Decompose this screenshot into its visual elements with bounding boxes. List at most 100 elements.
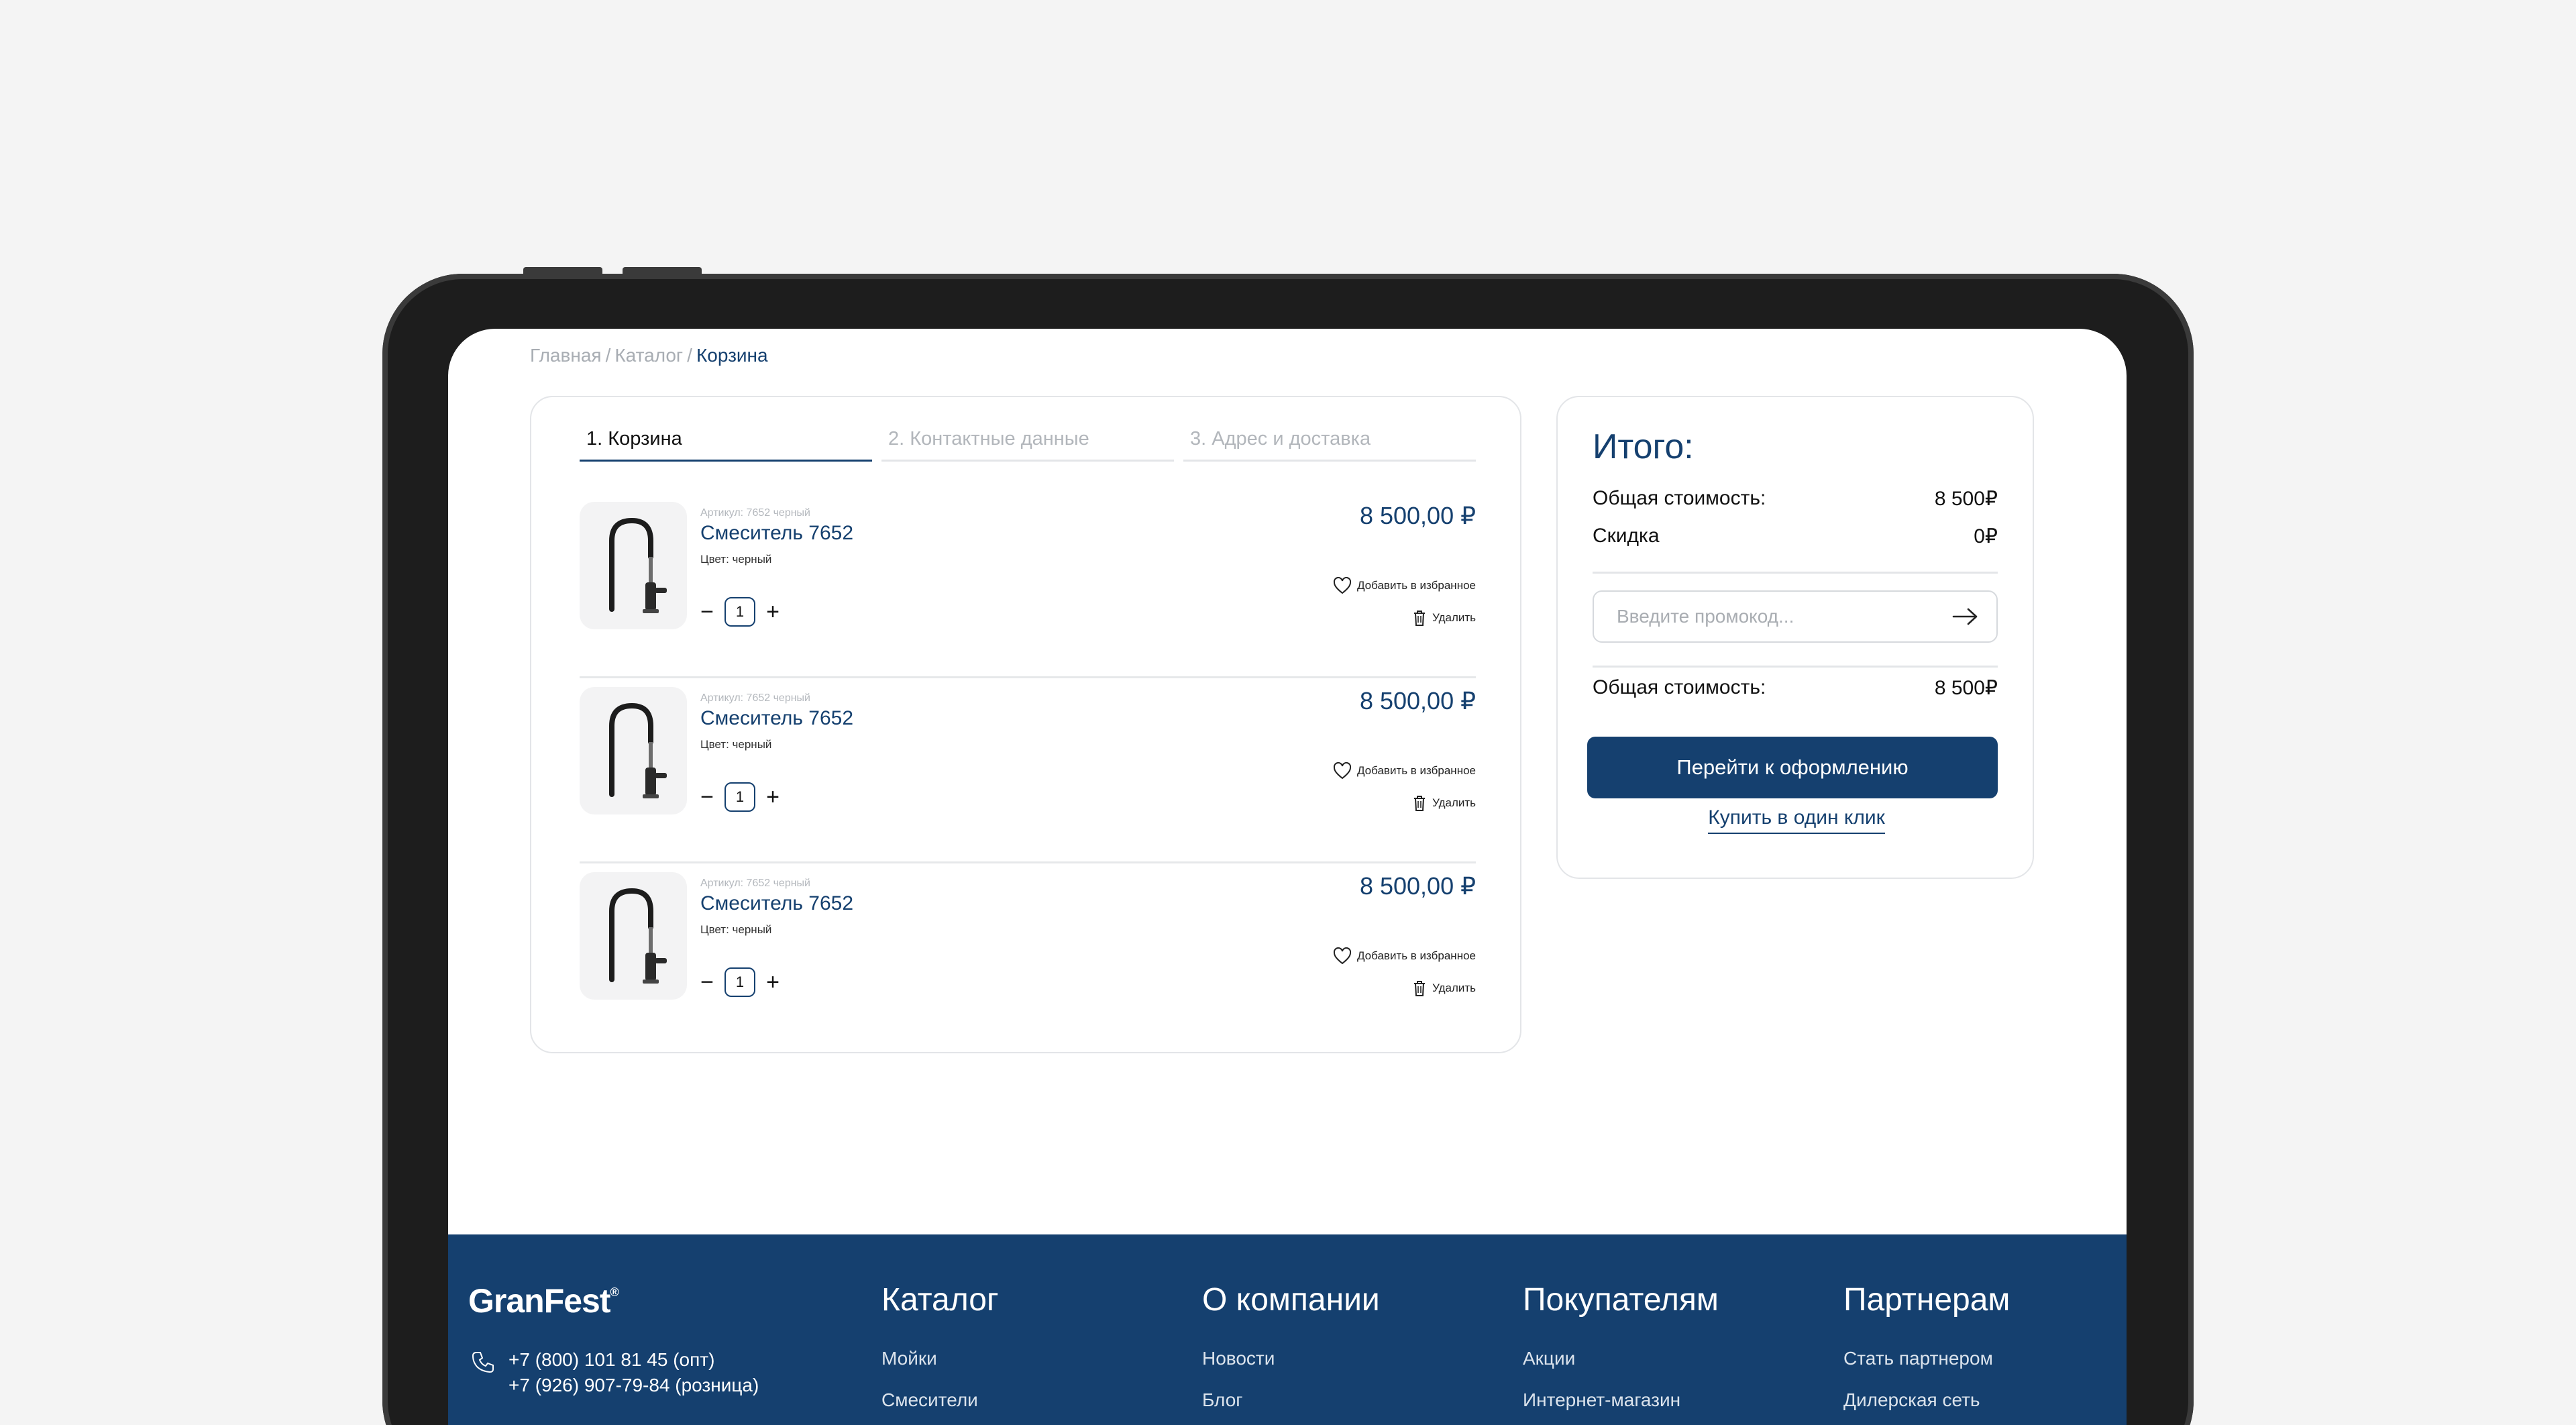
decrease-qty-button[interactable]: − — [699, 598, 715, 625]
footer-link[interactable]: Смесители — [881, 1389, 999, 1411]
breadcrumb-current: Корзина — [696, 345, 768, 366]
delete-item-button[interactable]: Удалить — [1412, 609, 1476, 627]
item-color: Цвет: черный — [700, 738, 772, 751]
delete-label: Удалить — [1432, 611, 1476, 624]
footer-column-title[interactable]: Партнерам — [1843, 1281, 2010, 1318]
footer-column-customers: Покупателям Акции Интернет-магазин — [1523, 1281, 1719, 1425]
footer-link[interactable]: Интернет-магазин — [1523, 1389, 1719, 1411]
footer-link[interactable]: Мойки — [881, 1348, 999, 1369]
subtotal-label: Общая стоимость: — [1593, 487, 1766, 509]
delete-label: Удалить — [1432, 982, 1476, 994]
footer-column-title[interactable]: Покупателям — [1523, 1281, 1719, 1318]
add-to-favorites-button[interactable]: Добавить в избранное — [1333, 762, 1476, 780]
subtotal-value: 8 500₽ — [1934, 488, 1998, 510]
checkout-button[interactable]: Перейти к оформлению — [1587, 737, 1998, 798]
delete-item-button[interactable]: Удалить — [1412, 980, 1476, 997]
discount-value: 0₽ — [1974, 525, 1998, 547]
footer-column-title[interactable]: О компании — [1202, 1281, 1380, 1318]
product-image[interactable] — [580, 872, 687, 1000]
item-divider — [580, 676, 1476, 678]
one-click-buy: Купить в один клик — [1558, 806, 2035, 834]
step-contacts[interactable]: 2. Контактные данные — [881, 428, 1174, 462]
footer-column-partners: Партнерам Стать партнером Дилерская сеть — [1843, 1281, 2010, 1425]
summary-divider — [1593, 666, 1998, 668]
trash-icon — [1414, 611, 1426, 626]
breadcrumb-separator: / — [687, 345, 692, 366]
faucet-image — [609, 888, 667, 984]
discount-row: Скидка 0₽ — [1593, 525, 1998, 548]
increase-qty-button[interactable]: + — [765, 598, 781, 625]
cart-item: Артикул: 7652 черный Смеситель 7652 Цвет… — [580, 687, 1476, 845]
quantity-stepper: − 1 + — [699, 967, 781, 997]
delete-item-button[interactable]: Удалить — [1412, 794, 1476, 812]
decrease-qty-button[interactable]: − — [699, 969, 715, 996]
discount-label: Скидка — [1593, 525, 1660, 547]
logo-text: GranFest — [468, 1282, 611, 1320]
step-delivery[interactable]: 3. Адрес и доставка — [1183, 428, 1476, 462]
footer-logo[interactable]: GranFest® — [468, 1281, 619, 1320]
favorites-label: Добавить в избранное — [1356, 579, 1476, 592]
item-divider — [580, 861, 1476, 863]
step-cart[interactable]: 1. Корзина — [580, 428, 872, 462]
footer-link[interactable]: Блог — [1202, 1389, 1380, 1411]
product-image[interactable] — [580, 687, 687, 814]
phone-wholesale[interactable]: +7 (800) 101 81 45 (опт) — [508, 1347, 759, 1373]
item-name[interactable]: Смеситель 7652 — [700, 892, 853, 915]
favorites-label: Добавить в избранное — [1356, 949, 1476, 962]
checkout-steps: 1. Корзина 2. Контактные данные 3. Адрес… — [580, 428, 1476, 462]
quantity-input[interactable]: 1 — [724, 597, 755, 627]
subtotal-row: Общая стоимость: 8 500₽ — [1593, 487, 1998, 511]
quantity-stepper: − 1 + — [699, 597, 781, 627]
total-value: 8 500₽ — [1934, 677, 1998, 699]
total-label: Общая стоимость: — [1593, 676, 1766, 698]
one-click-buy-link[interactable]: Купить в один клик — [1708, 806, 1885, 834]
add-to-favorites-button[interactable]: Добавить в избранное — [1333, 577, 1476, 594]
summary-title: Итого: — [1593, 427, 1694, 466]
footer-phones: +7 (800) 101 81 45 (опт) +7 (926) 907-79… — [508, 1347, 759, 1398]
footer-column-catalog: Каталог Мойки Смесители — [881, 1281, 999, 1425]
breadcrumb-catalog[interactable]: Каталог — [614, 345, 683, 366]
increase-qty-button[interactable]: + — [765, 969, 781, 996]
arrow-right-icon[interactable] — [1951, 606, 1980, 627]
faucet-image — [609, 517, 667, 613]
trash-icon — [1414, 981, 1426, 996]
total-row: Общая стоимость: 8 500₽ — [1593, 676, 1998, 700]
footer-link[interactable]: Новости — [1202, 1348, 1380, 1369]
decrease-qty-button[interactable]: − — [699, 784, 715, 810]
delete-label: Удалить — [1432, 796, 1476, 809]
item-sku: Артикул: 7652 черный — [700, 507, 810, 519]
increase-qty-button[interactable]: + — [765, 784, 781, 810]
trash-icon — [1414, 796, 1426, 811]
item-color: Цвет: черный — [700, 923, 772, 936]
order-summary-card: Итого: Общая стоимость: 8 500₽ Скидка 0₽… — [1556, 396, 2034, 879]
footer: GranFest® +7 (800) 101 81 45 (опт) +7 (9… — [448, 1234, 2127, 1425]
faucet-image — [609, 702, 667, 798]
item-price: 8 500,00 ₽ — [1359, 872, 1476, 900]
footer-link[interactable]: Акции — [1523, 1348, 1719, 1369]
footer-link[interactable]: Стать партнером — [1843, 1348, 2010, 1369]
cart-page: Главная / Каталог / Корзина 1. Корзина 2. Ко… — [448, 329, 2127, 1425]
quantity-input[interactable]: 1 — [724, 782, 755, 812]
item-sku: Артикул: 7652 черный — [700, 878, 810, 889]
phone-retail[interactable]: +7 (926) 907-79-84 (розница) — [508, 1373, 759, 1398]
quantity-input[interactable]: 1 — [724, 967, 755, 997]
quantity-stepper: − 1 + — [699, 782, 781, 812]
item-sku: Артикул: 7652 черный — [700, 692, 810, 704]
item-name[interactable]: Смеситель 7652 — [700, 707, 853, 730]
footer-column-company: О компании Новости Блог — [1202, 1281, 1380, 1425]
item-name[interactable]: Смеситель 7652 — [700, 522, 853, 545]
product-image[interactable] — [580, 502, 687, 629]
cart-item: Артикул: 7652 черный Смеситель 7652 Цвет… — [580, 502, 1476, 660]
item-price: 8 500,00 ₽ — [1359, 502, 1476, 529]
favorites-label: Добавить в избранное — [1356, 764, 1476, 777]
promo-code-input[interactable] — [1617, 606, 1925, 627]
footer-column-title[interactable]: Каталог — [881, 1281, 999, 1318]
add-to-favorites-button[interactable]: Добавить в избранное — [1333, 947, 1476, 965]
footer-link[interactable]: Дилерская сеть — [1843, 1389, 2010, 1411]
heart-icon — [1333, 577, 1351, 594]
item-color: Цвет: черный — [700, 553, 772, 566]
summary-divider — [1593, 572, 1998, 574]
phone-icon — [472, 1352, 494, 1373]
breadcrumb-home[interactable]: Главная — [530, 345, 602, 366]
cart-item: Артикул: 7652 черный Смеситель 7652 Цвет… — [580, 872, 1476, 1031]
